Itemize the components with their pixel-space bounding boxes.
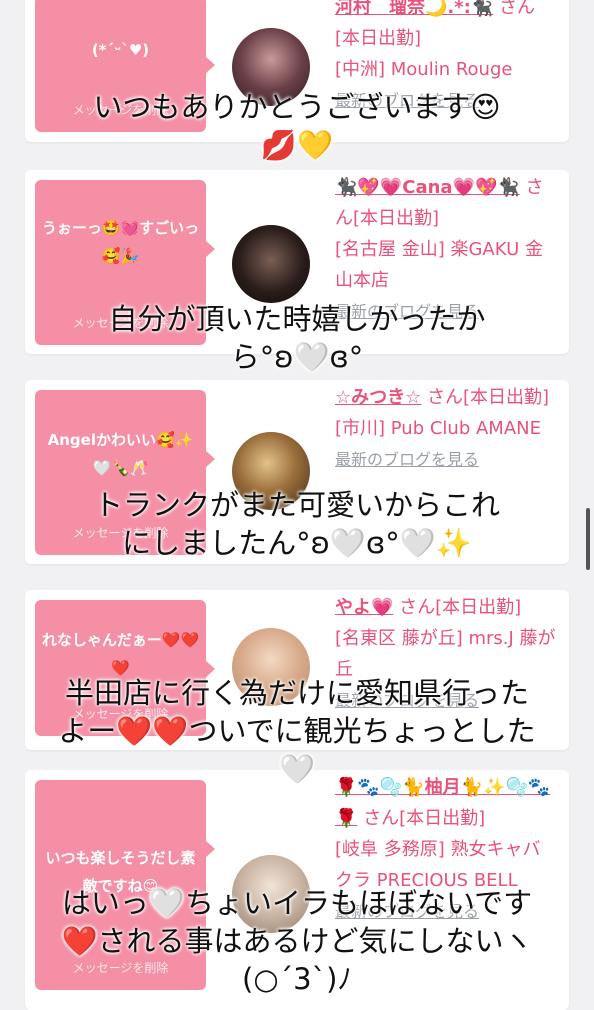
overlay-caption: いつもありかとうございます😍 💋💛	[0, 88, 594, 164]
shop-area: [中洲] Moulin Rouge	[335, 59, 513, 80]
cast-name-link[interactable]: 河村 瑠奈🌙.*:🐈‍⬛	[335, 0, 493, 18]
caption-line: 半田店に行く為だけに愛知県行った	[64, 676, 529, 710]
shop-area: [市川] Pub Club AMANE	[335, 418, 541, 439]
caption-line: (○´3`)ﾉ	[242, 962, 352, 996]
caption-line: トランクがまた可愛いからこれ	[93, 488, 500, 522]
overlay-caption: 自分が頂いた時嬉しかったか ら°ʚ🤍ɞ°	[0, 300, 594, 376]
caption-line: 自分が頂いた時嬉しかったか	[108, 302, 486, 336]
overlay-caption: はいっ🤍ちょいイラもほぼないです ❤️される事はあるけど気にしないヽ (○´3`…	[0, 884, 594, 998]
avatar[interactable]	[232, 225, 310, 303]
caption-line: にしましたん°ʚ🤍ɞ°🤍✨	[122, 526, 472, 560]
caption-line: いつもありかとうございます😍	[93, 90, 501, 124]
overlay-caption: 半田店に行く為だけに愛知県行った よー❤️❤️ついでに観光ちょっとした 🤍	[0, 674, 594, 788]
cast-status: さん[本日出勤]	[399, 597, 522, 618]
blog-link[interactable]: 最新のブログを見る	[335, 444, 557, 475]
cast-name-link[interactable]: ☆みつき☆	[335, 387, 421, 408]
caption-line: 💋💛	[260, 128, 334, 162]
message-text: うぉーっ🤩💓すごいっ🥰🎉	[41, 219, 200, 265]
scrollbar[interactable]	[586, 508, 590, 570]
caption-line: 🤍	[278, 752, 316, 786]
cast-status: さん[本日出勤]	[363, 808, 486, 829]
shop-area: [名古屋 金山] 楽GAKU 金山本店	[335, 239, 543, 291]
caption-line: はいっ🤍ちょいイラもほぼないです	[61, 886, 533, 920]
message-text: (*ˊᵕˋ♥)	[91, 41, 150, 59]
message-text: Angelかわいい🥰✨🤍🍾🥂	[47, 431, 194, 477]
cast-name-link[interactable]: やよ💗	[335, 597, 393, 618]
caption-line: ら°ʚ🤍ɞ°	[230, 340, 364, 374]
overlay-caption: トランクがまた可愛いからこれ にしましたん°ʚ🤍ɞ°🤍✨	[0, 486, 594, 562]
cast-status: さん[本日出勤]	[427, 387, 550, 408]
caption-line: よー❤️❤️ついでに観光ちょっとした	[58, 714, 536, 748]
cast-name-link[interactable]: 🐈‍⬛💖💗Cana💗💖🐈‍⬛	[335, 177, 520, 198]
caption-line: ❤️される事はあるけど気にしないヽ	[61, 924, 533, 958]
